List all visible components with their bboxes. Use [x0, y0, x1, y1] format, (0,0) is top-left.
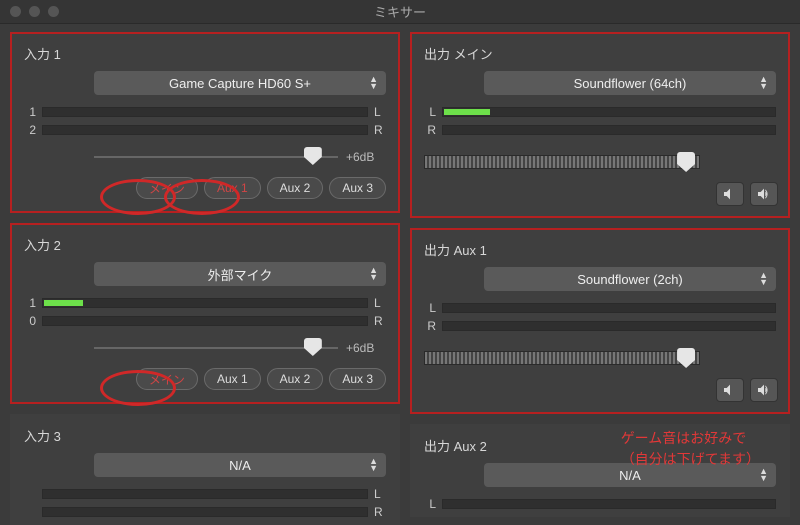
- speaker-icon: [722, 382, 738, 398]
- output-main-device-select[interactable]: Soundflower (64ch) ▲▼: [484, 71, 776, 95]
- level-meter: [442, 125, 776, 135]
- level-meter: [42, 489, 368, 499]
- input-2-meter-row-1: 1 L: [24, 296, 386, 310]
- mute-button[interactable]: [716, 182, 744, 206]
- input-2-meter-row-2: 0 R: [24, 314, 386, 328]
- chevron-updown-icon: ▲▼: [369, 458, 378, 472]
- monitor-button[interactable]: [750, 182, 778, 206]
- mute-button[interactable]: [716, 378, 744, 402]
- zoom-dot[interactable]: [48, 6, 59, 17]
- minimize-dot[interactable]: [29, 6, 40, 17]
- window-title: ミキサー: [374, 2, 426, 21]
- speaker-wave-icon: [756, 186, 772, 202]
- monitor-button[interactable]: [750, 378, 778, 402]
- output-aux2-device-select[interactable]: N/A ▲▼: [484, 463, 776, 487]
- level-meter: [42, 298, 368, 308]
- output-aux2-panel: 出力 Aux 2 N/A ▲▼ L: [410, 424, 790, 517]
- input-1-gain-slider[interactable]: [94, 147, 338, 167]
- output-main-title: 出力 メイン: [424, 44, 776, 63]
- output-aux1-device-select[interactable]: Soundflower (2ch) ▲▼: [484, 267, 776, 291]
- level-meter: [442, 321, 776, 331]
- input-2-gain-slider[interactable]: [94, 338, 338, 358]
- input-1-panel: 入力 1 Game Capture HD60 S+ ▲▼ 1 L 2 R: [10, 32, 400, 213]
- input-3-device-label: N/A: [229, 458, 251, 473]
- output-main-volume-slider[interactable]: [424, 155, 700, 169]
- input-1-aux-3[interactable]: Aux 3: [329, 177, 386, 199]
- chevron-updown-icon: ▲▼: [369, 267, 378, 281]
- speaker-icon: [722, 186, 738, 202]
- level-meter: [42, 316, 368, 326]
- level-meter: [442, 107, 776, 117]
- chevron-updown-icon: ▲▼: [369, 76, 378, 90]
- input-3-panel: 入力 3 N/A ▲▼ L R: [10, 414, 400, 525]
- level-meter: [42, 125, 368, 135]
- input-2-device-label: 外部マイク: [208, 265, 273, 284]
- input-2-panel: 入力 2 外部マイク ▲▼ 1 L 0 R +6dB: [10, 223, 400, 404]
- output-main-panel: 出力 メイン Soundflower (64ch) ▲▼ L R: [410, 32, 790, 218]
- speaker-wave-icon: [756, 382, 772, 398]
- level-meter: [42, 507, 368, 517]
- input-1-device-select[interactable]: Game Capture HD60 S+ ▲▼: [94, 71, 386, 95]
- input-2-aux-2[interactable]: Aux 2: [267, 368, 324, 390]
- level-meter: [42, 107, 368, 117]
- chevron-updown-icon: ▲▼: [759, 272, 768, 286]
- input-1-meter-row-1: 1 L: [24, 105, 386, 119]
- output-aux1-title: 出力 Aux 1: [424, 240, 776, 259]
- input-1-device-label: Game Capture HD60 S+: [169, 76, 311, 91]
- level-meter: [442, 303, 776, 313]
- input-2-aux-1[interactable]: Aux 1: [204, 368, 261, 390]
- chevron-updown-icon: ▲▼: [759, 76, 768, 90]
- input-3-device-select[interactable]: N/A ▲▼: [94, 453, 386, 477]
- input-1-gain-label: +6dB: [346, 150, 386, 164]
- input-2-aux-main[interactable]: メイン: [136, 368, 198, 390]
- output-aux2-title: 出力 Aux 2: [424, 436, 776, 455]
- titlebar: ミキサー: [0, 0, 800, 24]
- input-2-gain-label: +6dB: [346, 341, 386, 355]
- input-2-title: 入力 2: [24, 235, 386, 254]
- input-1-meter-row-2: 2 R: [24, 123, 386, 137]
- input-1-aux-1[interactable]: Aux 1: [204, 177, 261, 199]
- level-meter: [442, 499, 776, 509]
- close-dot[interactable]: [10, 6, 21, 17]
- input-2-aux-3[interactable]: Aux 3: [329, 368, 386, 390]
- input-1-aux-2[interactable]: Aux 2: [267, 177, 324, 199]
- input-1-aux-main[interactable]: メイン: [136, 177, 198, 199]
- window-controls: [10, 6, 59, 17]
- chevron-updown-icon: ▲▼: [759, 468, 768, 482]
- input-2-device-select[interactable]: 外部マイク ▲▼: [94, 262, 386, 286]
- output-aux1-panel: 出力 Aux 1 Soundflower (2ch) ▲▼ L R: [410, 228, 790, 414]
- input-3-title: 入力 3: [24, 426, 386, 445]
- output-aux1-volume-slider[interactable]: [424, 351, 700, 365]
- input-1-title: 入力 1: [24, 44, 386, 63]
